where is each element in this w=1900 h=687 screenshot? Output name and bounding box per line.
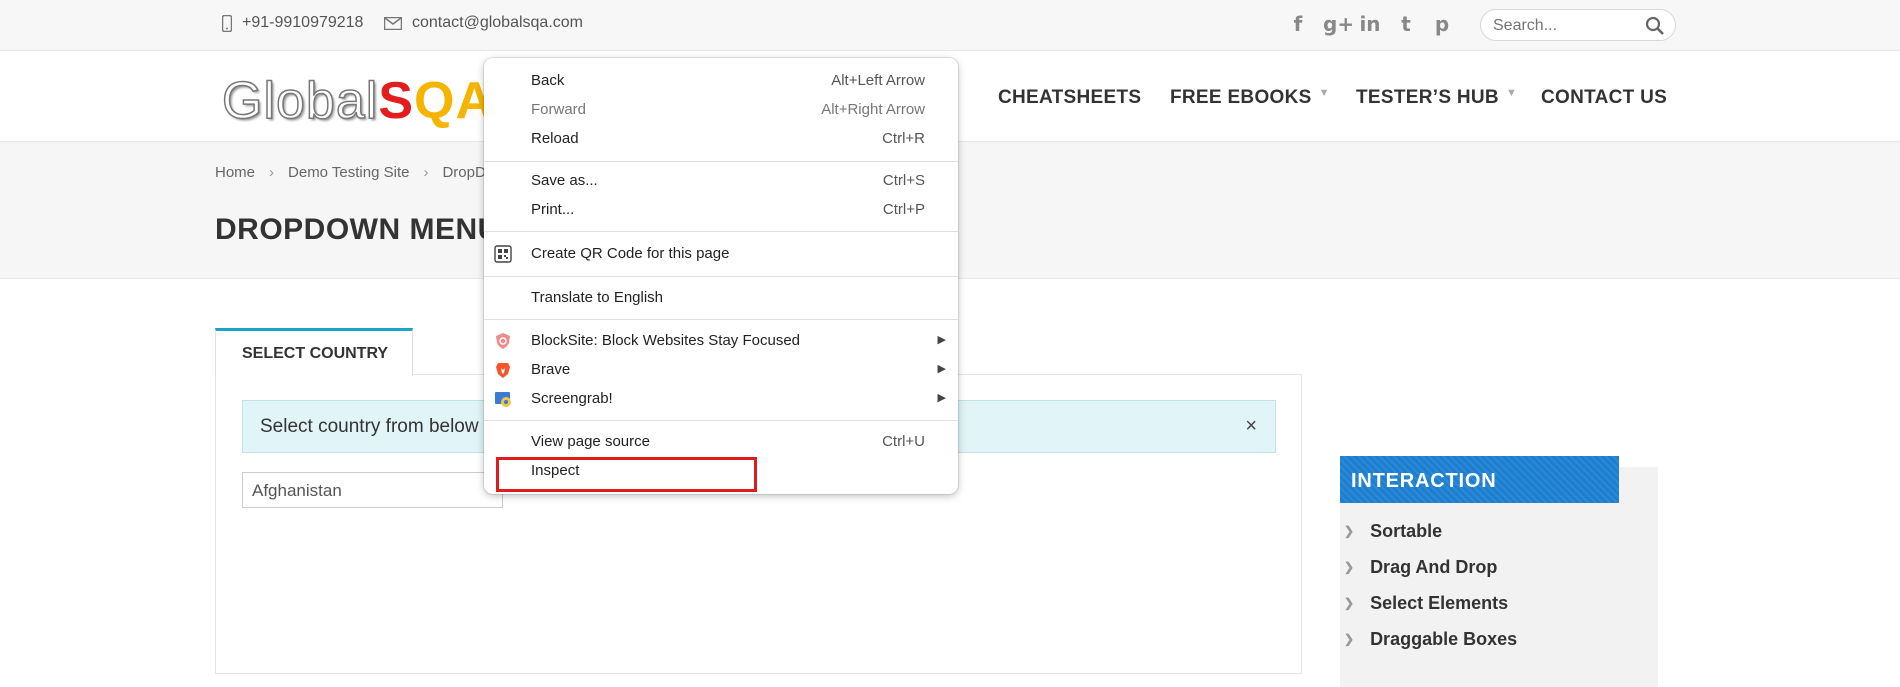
phone-icon	[222, 14, 232, 32]
menu-item-screengrab[interactable]: Screengrab! ▶	[484, 385, 958, 413]
sidebar-item-drag-and-drop[interactable]: ❯ Drag And Drop	[1344, 557, 1517, 593]
nav-contact-us[interactable]: CONTACT US	[1541, 87, 1667, 109]
chevron-right-icon: ❯	[1344, 560, 1355, 574]
sidebar-list: ❯ Sortable ❯ Drag And Drop ❯ Select Element…	[1344, 521, 1517, 665]
pinterest-icon[interactable]: p	[1431, 12, 1453, 36]
menu-item-brave[interactable]: Brave ▶	[484, 356, 958, 384]
sidebar-item-draggable-boxes[interactable]: ❯ Draggable Boxes	[1344, 629, 1517, 665]
social-links: f g+ in t p	[1287, 12, 1453, 36]
menu-item-save-as[interactable]: Save as... Ctrl+S	[484, 167, 958, 195]
menu-item-reload[interactable]: Reload Ctrl+R	[484, 125, 958, 153]
country-select[interactable]: Afghanistan	[242, 472, 503, 508]
menu-separator	[484, 161, 958, 162]
blocksite-icon	[496, 333, 510, 349]
email-contact[interactable]: contact@globalsqa.com	[384, 14, 583, 32]
qr-code-icon	[494, 245, 512, 263]
site-logo[interactable]: GlobalSQA	[221, 71, 494, 131]
chevron-right-icon: ›	[423, 164, 429, 181]
inspect-highlight-box	[496, 457, 757, 492]
google-plus-icon[interactable]: g+	[1323, 12, 1354, 36]
linkedin-icon[interactable]: in	[1359, 12, 1381, 36]
sidebar-heading: INTERACTION	[1340, 456, 1619, 503]
menu-item-create-qr-code[interactable]: Create QR Code for this page	[484, 240, 958, 268]
chevron-down-icon: ▼	[1505, 87, 1518, 99]
close-icon[interactable]: ×	[1245, 415, 1257, 438]
nav-cheatsheets[interactable]: CHEATSHEETS	[998, 87, 1141, 109]
twitter-icon[interactable]: t	[1395, 12, 1417, 36]
page-title: DROPDOWN MENU	[215, 213, 500, 246]
nav-free-ebooks[interactable]: FREE EBOOKS ▼	[1170, 87, 1330, 109]
menu-separator	[484, 319, 958, 320]
submenu-arrow-icon: ▶	[937, 334, 946, 346]
chevron-right-icon: ❯	[1344, 632, 1355, 646]
brave-icon	[496, 363, 510, 378]
chevron-right-icon: ❯	[1344, 524, 1355, 538]
menu-separator	[484, 420, 958, 421]
phone-contact: +91-9910979218	[222, 14, 363, 32]
email-address[interactable]: contact@globalsqa.com	[412, 14, 583, 32]
submenu-arrow-icon: ▶	[937, 363, 946, 375]
breadcrumb-home[interactable]: Home	[215, 164, 255, 181]
screengrab-icon	[495, 392, 511, 407]
search-input[interactable]	[1491, 16, 1645, 36]
search-box[interactable]	[1480, 9, 1676, 41]
mail-icon	[384, 16, 402, 30]
facebook-icon[interactable]: f	[1287, 12, 1309, 36]
sidebar-item-select-elements[interactable]: ❯ Select Elements	[1344, 593, 1517, 629]
phone-number: +91-9910979218	[242, 14, 364, 31]
submenu-arrow-icon: ▶	[937, 392, 946, 404]
menu-item-blocksite[interactable]: BlockSite: Block Websites Stay Focused ▶	[484, 327, 958, 355]
chevron-right-icon: ❯	[1344, 596, 1355, 610]
tab-select-country[interactable]: SELECT COUNTRY	[215, 328, 413, 376]
menu-separator	[484, 231, 958, 232]
breadcrumb: Home › Demo Testing Site › DropDo	[215, 164, 494, 181]
menu-item-forward: Forward Alt+Right Arrow	[531, 101, 925, 118]
menu-item-print[interactable]: Print... Ctrl+P	[484, 196, 958, 224]
sidebar-item-sortable[interactable]: ❯ Sortable	[1344, 521, 1517, 557]
chevron-right-icon: ›	[269, 164, 275, 181]
menu-separator	[484, 276, 958, 277]
nav-testers-hub[interactable]: TESTER’S HUB ▼	[1356, 87, 1517, 109]
menu-item-translate[interactable]: Translate to English	[484, 284, 958, 312]
chevron-down-icon: ▼	[1318, 87, 1330, 99]
context-menu: Back Alt+Left Arrow Forward Alt+Right Ar…	[484, 58, 958, 494]
search-icon[interactable]	[1645, 16, 1665, 36]
breadcrumb-demo-testing-site[interactable]: Demo Testing Site	[288, 164, 409, 181]
menu-item-back[interactable]: Back Alt+Left Arrow	[484, 67, 958, 95]
alert-text: Select country from below	[260, 416, 479, 437]
menu-item-view-page-source[interactable]: View page source Ctrl+U	[484, 428, 958, 456]
top-bar: +91-9910979218 contact@globalsqa.com f g…	[0, 0, 1900, 51]
